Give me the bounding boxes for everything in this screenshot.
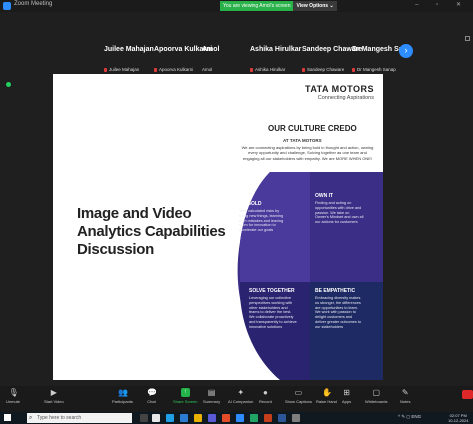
ai-companion-icon: ✦	[237, 388, 245, 397]
whiteboards-button[interactable]: ▢ Whiteboards	[365, 388, 387, 404]
notes-button[interactable]: ✎ Notes	[400, 388, 410, 404]
tata-tagline: Connecting Aspirations	[317, 95, 374, 101]
chrome-icon[interactable]	[222, 414, 230, 422]
value-body: Take calculated risks by trying new thin…	[239, 209, 284, 233]
chat-button[interactable]: 💬 Chat	[147, 388, 157, 404]
participant-name: Ashika Hirulkar	[250, 46, 302, 53]
value-title: BE BOLD	[239, 201, 262, 207]
connection-status-icon	[6, 82, 11, 87]
summary-icon: ▤	[207, 388, 216, 397]
record-icon: ●	[263, 388, 268, 397]
app-icon[interactable]	[292, 414, 300, 422]
word-icon[interactable]	[278, 414, 286, 422]
taskbar-clock[interactable]: 02:07 PM 10-12-2024	[448, 413, 468, 423]
participant-name: Juilee Mahajan	[104, 46, 154, 53]
captions-icon: ▭	[294, 388, 303, 397]
participant-tag: Amol	[202, 67, 213, 72]
viewing-screen-label: You are viewing Amol's screen	[220, 1, 294, 11]
participants-icon: 👥	[117, 388, 128, 397]
participant-tag: Ashika Hirulkar	[250, 67, 285, 72]
slide-heading: Image and Video Analytics Capabilities D…	[77, 205, 226, 258]
chevron-right-icon: ›	[404, 45, 408, 55]
participant-tag: Apoorva Kulkarni	[154, 67, 193, 72]
video-icon: ▶	[50, 388, 57, 397]
participant-name: Amol	[202, 46, 220, 53]
start-video-button[interactable]: ▶ Start Video	[44, 388, 64, 404]
edge-icon[interactable]	[166, 414, 174, 422]
share-screen-icon: ↑	[180, 388, 190, 397]
value-body: Leveraging our collective perspectives w…	[249, 296, 297, 329]
file-explorer-icon[interactable]	[152, 414, 160, 422]
ai-companion-button[interactable]: ✦ AI Companion	[228, 388, 253, 404]
apps-icon: ⊞	[343, 388, 350, 397]
taskbar-search-input[interactable]: ⌕ Type here to search	[27, 413, 132, 423]
muted-mic-icon	[104, 67, 107, 72]
task-view-icon[interactable]	[140, 414, 148, 422]
meeting-toolbar: 🎙 Unmute ▶ Start Video 👥 Participants 💬 Chat…	[0, 386, 473, 412]
value-body: Finding and acting on opportunities with…	[315, 201, 364, 225]
credo-subtitle: AT TATA MOTORS	[283, 138, 322, 143]
record-button[interactable]: ● Record	[259, 388, 272, 404]
zoom-logo-icon	[3, 2, 11, 10]
title-bar: Zoom Meeting You are viewing Amol's scre…	[0, 0, 473, 12]
mic-icon: 🎙	[8, 388, 19, 397]
explorer-folder-icon[interactable]	[194, 414, 202, 422]
excel-icon[interactable]	[250, 414, 258, 422]
participant-tag: Dr Mangesh Sanap	[352, 67, 396, 72]
view-options-button[interactable]: View Options ⌄	[293, 1, 337, 11]
window-title: Zoom Meeting	[14, 1, 53, 7]
participant-strip: Juilee Mahajan Juilee Mahajan Apoorva Ku…	[90, 40, 420, 72]
windows-taskbar: ⌕ Type here to search ^ ✎ ◻ ENG 02:07 PM…	[0, 412, 473, 424]
shared-screen-slide: TATA MOTORS Connecting Aspirations OUR C…	[53, 74, 383, 380]
powerpoint-icon[interactable]	[264, 414, 272, 422]
muted-mic-icon	[250, 67, 253, 72]
gallery-toggle-icon[interactable]	[465, 36, 470, 41]
end-meeting-button[interactable]	[462, 390, 473, 399]
participant-tag: Sandeep Chaware	[302, 67, 344, 72]
muted-mic-icon	[154, 67, 157, 72]
value-title: OWN IT	[315, 193, 334, 199]
participant-tag: Juilee Mahajan	[104, 67, 139, 72]
participants-button[interactable]: 👥 Participants	[112, 388, 133, 404]
value-title: BE EMPATHETIC	[315, 288, 356, 294]
credo-title: OUR CULTURE CREDO	[268, 124, 357, 133]
credo-body: We are connecting aspirations by being b…	[241, 145, 374, 161]
system-tray[interactable]: ^ ✎ ◻ ENG	[398, 414, 421, 420]
notes-icon: ✎	[401, 388, 409, 397]
share-banner: You are viewing Amol's screen View Optio…	[220, 1, 337, 11]
show-captions-button[interactable]: ▭ Show Captions	[285, 388, 312, 404]
search-icon: ⌕	[29, 415, 33, 421]
tata-motors-logo: TATA MOTORS	[305, 84, 374, 94]
share-screen-button[interactable]: ↑ Share Screen	[173, 388, 197, 404]
raise-hand-button[interactable]: ✋ Raise Hand	[316, 388, 337, 404]
outlook-icon[interactable]	[180, 414, 188, 422]
chat-icon: 💬	[147, 388, 157, 397]
value-body: Embracing diversity makes us stronger, t…	[315, 296, 362, 329]
teams-icon[interactable]	[208, 414, 216, 422]
summary-button[interactable]: ▤ Summary	[203, 388, 220, 404]
muted-mic-icon	[302, 67, 305, 72]
unmute-button[interactable]: 🎙 Unmute	[6, 388, 20, 404]
apps-button[interactable]: ⊞ Apps	[342, 388, 351, 404]
whiteboards-icon: ▢	[372, 388, 381, 397]
windows-start-icon[interactable]	[4, 414, 11, 421]
window-controls[interactable]: – ▫ ✕	[415, 1, 469, 8]
zoom-taskbar-icon[interactable]	[236, 414, 244, 422]
next-page-button[interactable]: ›	[399, 44, 413, 58]
muted-mic-icon	[352, 67, 355, 72]
raise-hand-icon: ✋	[321, 388, 332, 397]
value-title: SOLVE TOGETHER	[249, 288, 295, 294]
